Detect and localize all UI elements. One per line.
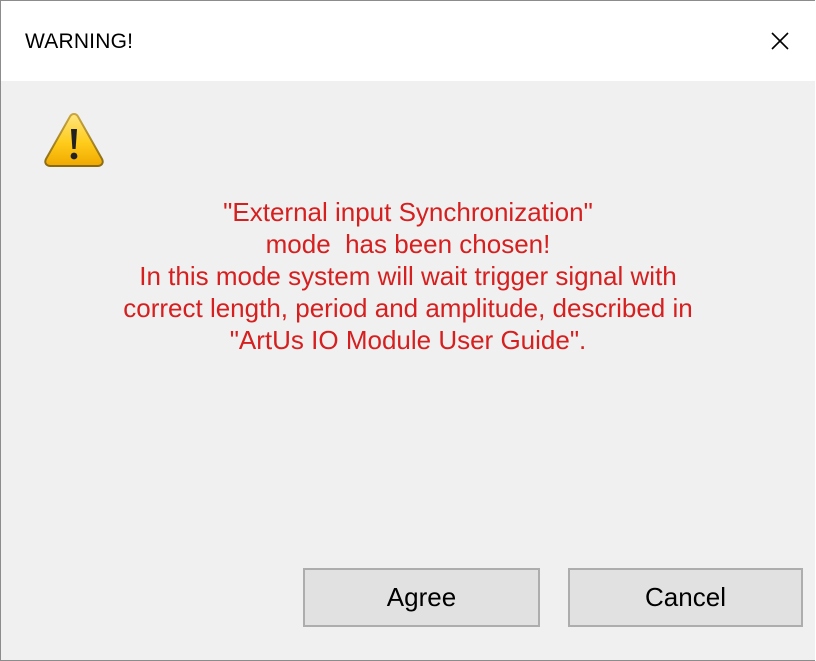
message-line: mode has been chosen!: [265, 229, 551, 259]
title-bar: WARNING!: [1, 1, 815, 81]
cancel-button[interactable]: Cancel: [568, 568, 803, 627]
message-line: correct length, period and amplitude, de…: [123, 293, 693, 323]
message-line: "External input Synchronization": [223, 197, 593, 227]
message-line: In this mode system will wait trigger si…: [139, 261, 677, 291]
dialog-body: "External input Synchronization" mode ha…: [1, 81, 815, 660]
message-line: "ArtUs IO Module User Guide".: [229, 325, 587, 355]
window-title: WARNING!: [25, 30, 134, 53]
warning-message: "External input Synchronization" mode ha…: [1, 196, 815, 356]
close-icon: [771, 32, 789, 50]
agree-button[interactable]: Agree: [303, 568, 540, 627]
warning-icon: [44, 112, 104, 167]
close-button[interactable]: [745, 1, 815, 81]
warning-dialog-window: WARNING! "External input Synchronization…: [0, 0, 815, 661]
